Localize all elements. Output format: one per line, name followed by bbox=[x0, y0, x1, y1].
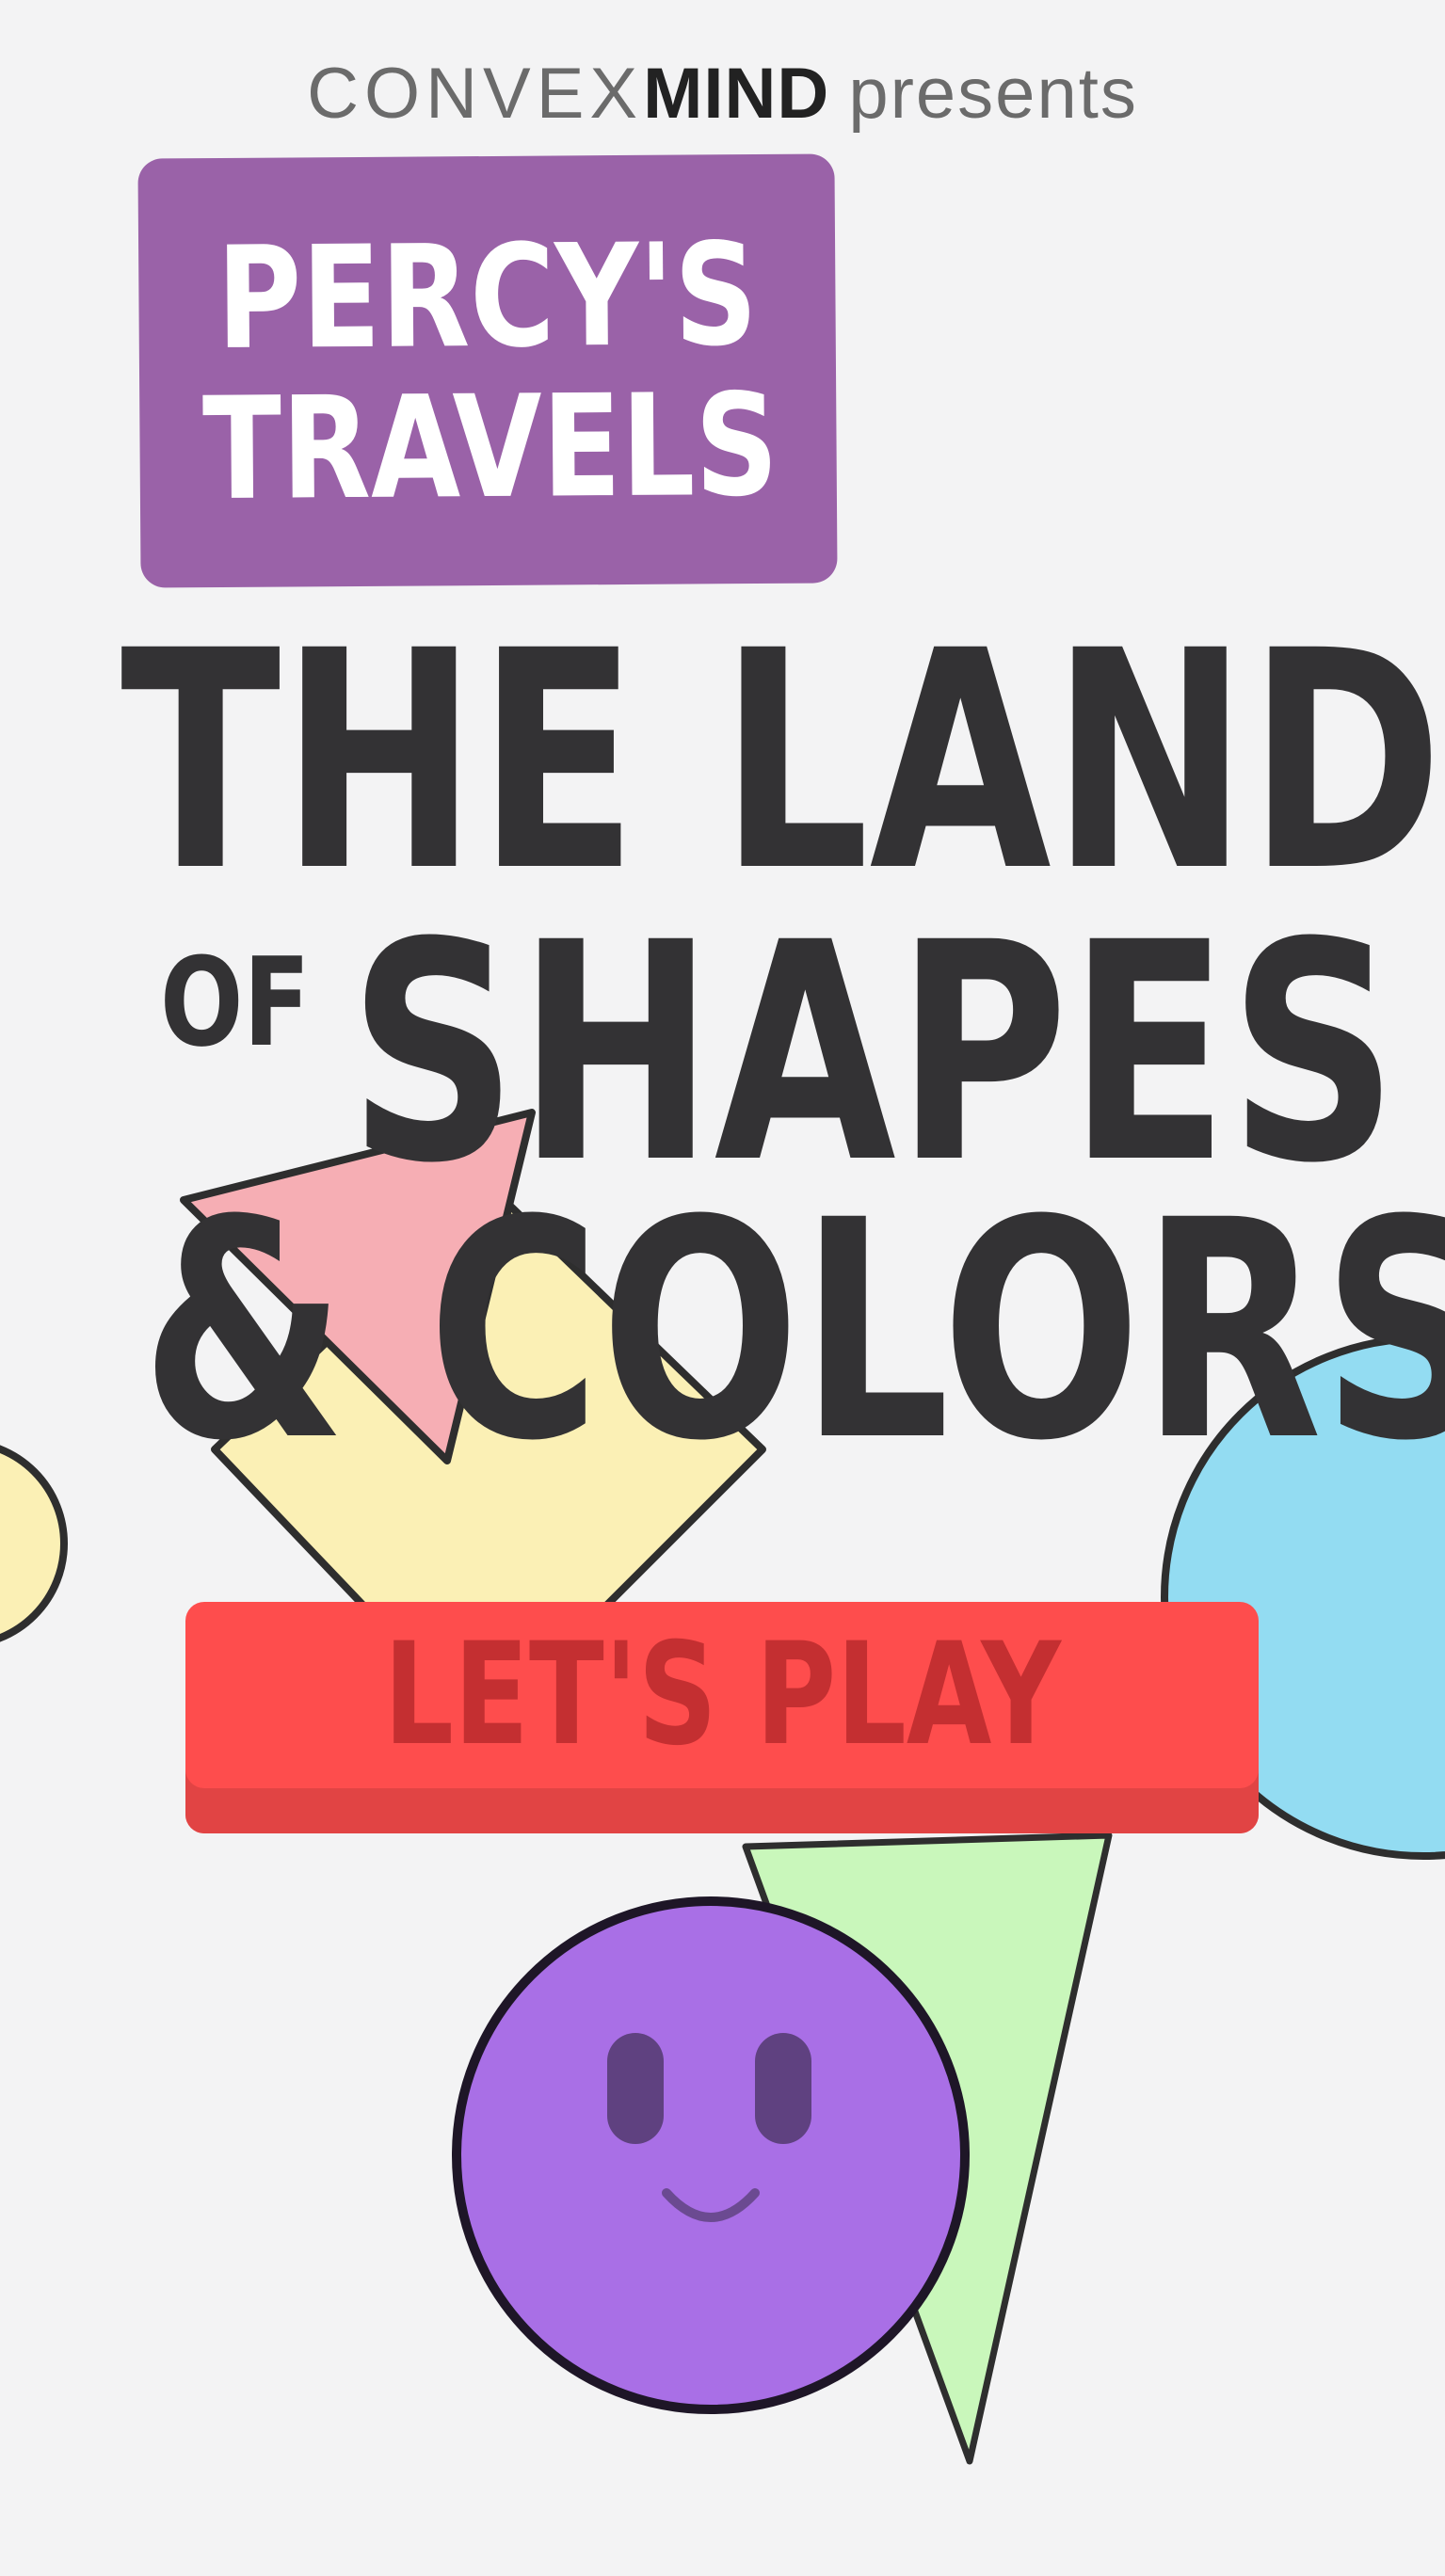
brand-presents: presents bbox=[848, 54, 1138, 134]
percy-character bbox=[452, 1896, 970, 2414]
logo-line2: TRAVELS bbox=[201, 363, 779, 533]
title-line-1: THE LAND bbox=[120, 587, 1443, 937]
title-line-3: & COLORS bbox=[141, 1157, 1445, 1507]
brand-header: CONVEXMIND presents bbox=[0, 47, 1445, 141]
title-of: OF bbox=[160, 931, 311, 1074]
left-eye bbox=[607, 2033, 664, 2144]
lets-play-label: LET'S PLAY bbox=[383, 1613, 1061, 1777]
lets-play-button[interactable]: LET'S PLAY bbox=[185, 1602, 1259, 1833]
game-logo: PERCY'S TRAVELS bbox=[137, 153, 838, 588]
right-eye bbox=[755, 2033, 811, 2144]
title-screen: CONVEXMIND presents PERCY'S TRAVELS THE L… bbox=[0, 0, 1445, 2576]
yellow-circle-shape bbox=[0, 1445, 68, 1642]
brand-company-part1: CONVEX bbox=[307, 54, 644, 134]
logo-line1: PERCY'S bbox=[216, 213, 759, 382]
brand-company-part2: MIND bbox=[643, 54, 830, 134]
